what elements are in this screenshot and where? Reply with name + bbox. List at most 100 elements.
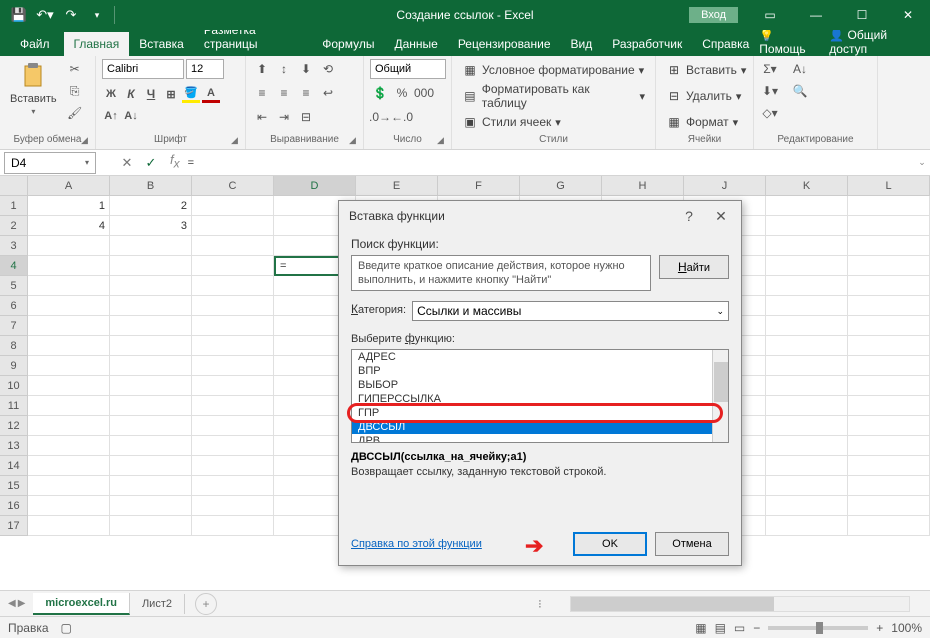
cell[interactable] — [192, 216, 274, 236]
delete-cells-button[interactable]: ⊟Удалить ▾ — [662, 85, 745, 107]
search-input[interactable]: Введите краткое описание действия, котор… — [351, 255, 651, 291]
cell[interactable] — [848, 356, 930, 376]
formula-expand-icon[interactable]: ⌄ — [914, 157, 930, 168]
sheet-tab[interactable]: Лист2 — [130, 594, 185, 614]
row-header[interactable]: 12 — [0, 416, 28, 436]
sheet-tab-active[interactable]: microexcel.ru — [33, 593, 130, 615]
list-item-selected[interactable]: ДВССЫЛ — [352, 420, 728, 434]
cell[interactable] — [28, 236, 110, 256]
cell[interactable] — [766, 416, 848, 436]
increase-decimal-icon[interactable]: .0→ — [370, 107, 390, 127]
fx-icon[interactable]: fx — [170, 152, 180, 174]
cell[interactable] — [766, 296, 848, 316]
cell[interactable] — [848, 496, 930, 516]
cell[interactable] — [28, 436, 110, 456]
fill-icon[interactable]: ⬇▾ — [760, 81, 780, 101]
cell[interactable] — [110, 396, 192, 416]
function-list[interactable]: АДРЕС ВПР ВЫБОР ГИПЕРССЫЛКА ГПР ДВССЫЛ Д… — [351, 349, 729, 443]
row-header[interactable]: 14 — [0, 456, 28, 476]
col-header[interactable]: G — [520, 176, 602, 196]
cell[interactable] — [766, 276, 848, 296]
col-header[interactable]: F — [438, 176, 520, 196]
cell[interactable] — [192, 296, 274, 316]
cell[interactable] — [192, 376, 274, 396]
cell[interactable] — [28, 336, 110, 356]
zoom-in-icon[interactable]: + — [876, 621, 883, 635]
tab-review[interactable]: Рецензирование — [448, 32, 561, 56]
cell[interactable] — [28, 456, 110, 476]
cell[interactable] — [110, 376, 192, 396]
cell[interactable] — [28, 496, 110, 516]
cell[interactable] — [848, 516, 930, 536]
align-right-icon[interactable]: ≡ — [296, 83, 316, 103]
tab-view[interactable]: Вид — [561, 32, 603, 56]
cell[interactable] — [192, 196, 274, 216]
cell[interactable] — [28, 316, 110, 336]
cell[interactable] — [110, 456, 192, 476]
cell[interactable] — [766, 456, 848, 476]
col-header[interactable]: L — [848, 176, 930, 196]
cell[interactable] — [848, 416, 930, 436]
cell[interactable] — [110, 316, 192, 336]
cell-styles-button[interactable]: ▣Стили ячеек ▾ — [458, 111, 565, 133]
tab-insert[interactable]: Вставка — [129, 32, 194, 56]
cell[interactable] — [110, 236, 192, 256]
tab-nav[interactable]: ◀▶ — [0, 598, 33, 609]
tab-formulas[interactable]: Формулы — [312, 32, 384, 56]
cell[interactable] — [28, 476, 110, 496]
list-item[interactable]: ВЫБОР — [352, 378, 728, 392]
align-left-icon[interactable]: ≡ — [252, 83, 272, 103]
view-layout-icon[interactable]: ▤ — [715, 621, 726, 635]
formula-bar[interactable]: = — [180, 157, 914, 169]
list-item[interactable]: ДРВ — [352, 434, 728, 443]
cell[interactable] — [766, 256, 848, 276]
cell[interactable] — [766, 436, 848, 456]
cell[interactable] — [848, 216, 930, 236]
cell[interactable] — [766, 236, 848, 256]
undo-icon[interactable]: ↶▾ — [34, 4, 56, 26]
cell[interactable] — [192, 516, 274, 536]
minimize-icon[interactable]: — — [794, 0, 838, 30]
tab-help[interactable]: Справка — [692, 32, 759, 56]
zoom-out-icon[interactable]: − — [753, 621, 760, 635]
increase-font-icon[interactable]: A↑ — [102, 107, 120, 125]
tab-developer[interactable]: Разработчик — [602, 32, 692, 56]
cell[interactable] — [766, 356, 848, 376]
zoom-slider[interactable] — [768, 626, 868, 630]
font-size-input[interactable] — [186, 59, 224, 79]
format-painter-icon[interactable]: 🖌 — [65, 103, 85, 123]
row-header[interactable]: 11 — [0, 396, 28, 416]
cell[interactable] — [848, 396, 930, 416]
wrap-text-icon[interactable]: ↩ — [318, 83, 338, 103]
format-cells-button[interactable]: ▦Формат ▾ — [662, 111, 742, 133]
dialog-close-icon[interactable]: ✕ — [711, 208, 731, 225]
cell[interactable] — [766, 316, 848, 336]
maximize-icon[interactable]: ☐ — [840, 0, 884, 30]
cell[interactable] — [192, 356, 274, 376]
row-header[interactable]: 13 — [0, 436, 28, 456]
decrease-font-icon[interactable]: A↓ — [122, 107, 140, 125]
name-box[interactable]: D4▾ — [4, 152, 96, 174]
cell[interactable] — [110, 296, 192, 316]
cell[interactable] — [848, 196, 930, 216]
select-all-corner[interactable] — [0, 176, 28, 196]
font-color-icon[interactable]: A — [202, 85, 220, 103]
row-header[interactable]: 4 — [0, 256, 28, 276]
paste-button[interactable]: Вставить ▾ — [6, 59, 61, 118]
cell[interactable] — [848, 276, 930, 296]
macro-record-icon[interactable]: ▢ — [61, 621, 72, 635]
find-select-icon[interactable]: 🔍 — [790, 81, 810, 101]
tell-me[interactable]: 💡 Помощь — [759, 28, 817, 56]
list-item[interactable]: ВПР — [352, 364, 728, 378]
ribbon-options-icon[interactable]: ▭ — [748, 0, 792, 30]
align-top-icon[interactable]: ⬆ — [252, 59, 272, 79]
ok-button[interactable]: OK — [573, 532, 647, 556]
col-header[interactable]: J — [684, 176, 766, 196]
comma-icon[interactable]: 000 — [414, 83, 434, 103]
close-icon[interactable]: ✕ — [886, 0, 930, 30]
decrease-decimal-icon[interactable]: ←.0 — [392, 107, 412, 127]
cell[interactable] — [848, 296, 930, 316]
cell[interactable] — [192, 436, 274, 456]
cell[interactable] — [28, 256, 110, 276]
copy-icon[interactable]: ⎘ — [65, 81, 85, 101]
